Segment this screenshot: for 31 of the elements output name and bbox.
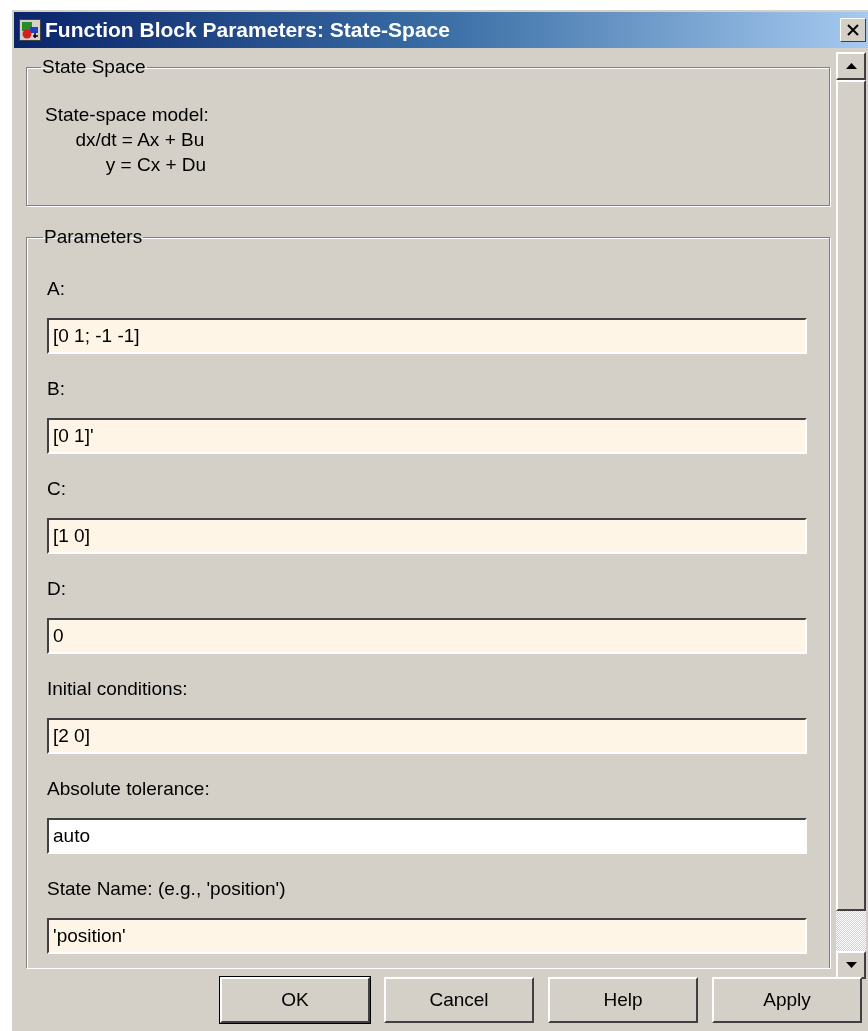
input-field[interactable]: 'position' (47, 918, 807, 954)
input-field[interactable]: [0 1]' (47, 418, 807, 454)
close-button[interactable] (840, 18, 866, 42)
field-label: D: (47, 578, 67, 600)
group-title: Parameters (43, 226, 144, 248)
dialog-button[interactable]: OK (220, 977, 370, 1023)
field-label: State Name: (e.g., 'position') (47, 878, 287, 900)
input-field[interactable]: 0 (47, 618, 807, 654)
dialog-button[interactable]: Help (548, 977, 698, 1023)
field-label: A: (47, 278, 66, 300)
close-icon (847, 24, 859, 36)
field-label: C: (47, 478, 67, 500)
input-field[interactable]: auto (47, 818, 807, 854)
down-arrow-icon (845, 962, 857, 968)
input-field[interactable]: [1 0] (47, 518, 807, 554)
description-text: State-space model: (45, 103, 210, 127)
field-label: Initial conditions: (47, 678, 189, 700)
description-text: y = Cx + Du (104, 153, 208, 177)
input-field[interactable]: [2 0] (47, 718, 807, 754)
block-diagram-icon (19, 19, 41, 41)
window-title: Function Block Parameters: State-Space (45, 18, 451, 42)
dialog-button[interactable]: Apply (712, 977, 862, 1023)
field-label: Absolute tolerance: (47, 778, 211, 800)
scroll-up-button[interactable] (836, 52, 866, 80)
group-title: State Space (41, 56, 147, 78)
field-label: B: (47, 378, 66, 400)
dialog-button[interactable]: Cancel (384, 977, 534, 1023)
description-text: dx/dt = Ax + Bu (74, 128, 206, 152)
up-arrow-icon (845, 63, 857, 69)
scroll-down-button[interactable] (836, 951, 866, 979)
input-field[interactable]: [0 1; -1 -1] (47, 318, 807, 354)
